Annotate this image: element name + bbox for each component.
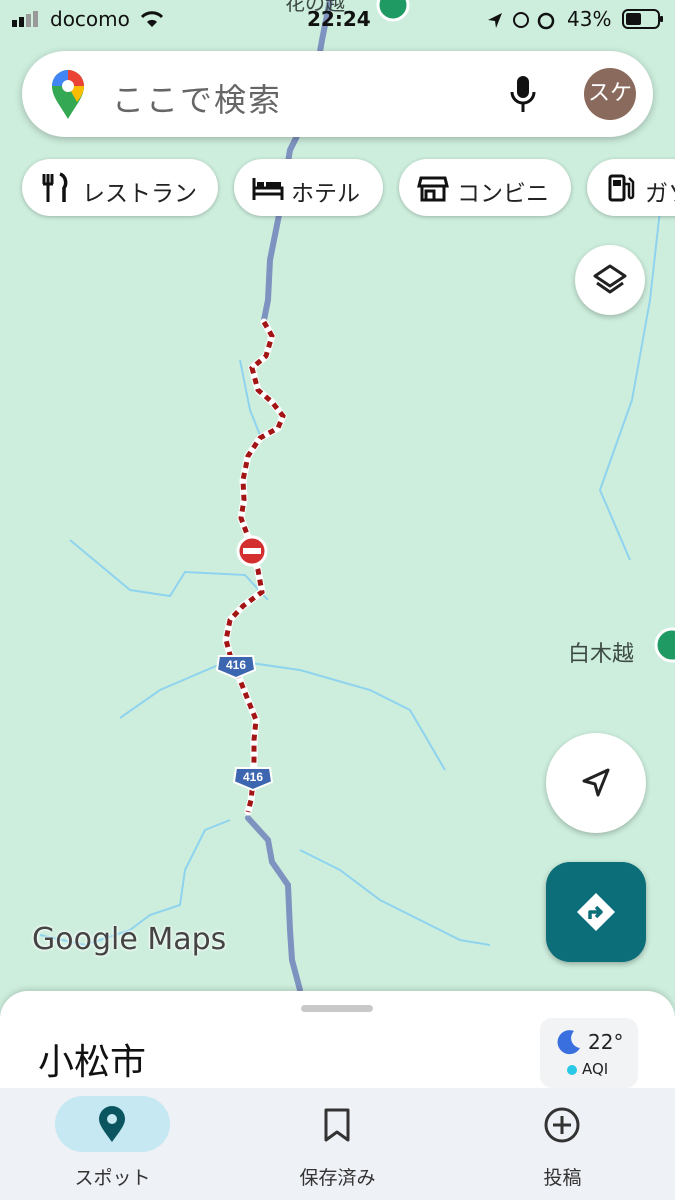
status-bar: docomo 22:24 43% xyxy=(0,0,675,40)
chip-convenience-store[interactable]: コンビニ xyxy=(399,159,571,216)
battery-percent: 43% xyxy=(567,7,612,31)
moon-icon xyxy=(557,1030,580,1055)
bed-icon xyxy=(252,178,284,200)
add-circle-icon xyxy=(544,1107,580,1143)
avatar[interactable]: スケ xyxy=(584,68,636,120)
chip-label: ガソ xyxy=(645,181,675,207)
svg-text:416: 416 xyxy=(226,658,246,672)
chip-label: コンビニ xyxy=(457,181,549,207)
chip-hotel[interactable]: ホテル xyxy=(234,159,383,216)
layers-icon xyxy=(593,264,627,294)
svg-text:416: 416 xyxy=(243,770,263,784)
bottom-nav: スポット 保存済み 投稿 xyxy=(0,1088,675,1200)
chip-gas-station[interactable]: ガソ xyxy=(587,159,675,216)
directions-button[interactable] xyxy=(546,862,646,962)
nav-label: スポット xyxy=(74,1167,151,1189)
battery-icon xyxy=(622,9,663,29)
nav-label: 保存済み xyxy=(299,1167,376,1189)
google-maps-watermark: Google Maps xyxy=(32,922,227,957)
weather-widget[interactable]: 22° AQI xyxy=(540,1018,638,1088)
aqi-label: AQI xyxy=(582,1060,609,1078)
clock: 22:24 xyxy=(307,7,371,31)
chip-label: ホテル xyxy=(291,181,360,207)
signal-icon xyxy=(12,11,38,27)
sheet-drag-handle[interactable] xyxy=(301,1005,373,1012)
nav-saved[interactable]: 保存済み xyxy=(225,1088,450,1200)
no-entry-icon[interactable] xyxy=(236,535,268,567)
directions-icon xyxy=(577,893,615,931)
chip-label: レストラン xyxy=(82,181,197,207)
status-icons xyxy=(488,12,555,30)
my-location-button[interactable] xyxy=(546,733,646,833)
nav-post[interactable]: 投稿 xyxy=(450,1088,675,1200)
store-icon xyxy=(417,176,449,202)
map-label-shirakigoe[interactable]: 白木越 xyxy=(568,636,634,668)
carrier-name: docomo xyxy=(50,7,130,31)
search-bar[interactable]: ここで検索 スケ xyxy=(22,51,653,137)
aqi-dot-icon xyxy=(567,1065,577,1075)
temperature: 22° xyxy=(588,1030,624,1054)
nav-label: 投稿 xyxy=(543,1167,582,1189)
nav-spot[interactable]: スポット xyxy=(0,1088,225,1200)
layers-button[interactable] xyxy=(575,245,645,315)
gas-station-icon xyxy=(608,174,635,202)
navigation-arrow-icon xyxy=(582,768,610,797)
google-maps-logo-icon xyxy=(52,70,84,119)
wifi-icon xyxy=(140,11,164,27)
poi-shirakigoe[interactable] xyxy=(654,627,675,663)
search-input[interactable]: ここで検索 xyxy=(112,75,282,121)
place-title: 小松市 xyxy=(38,1042,147,1083)
bookmark-icon xyxy=(324,1108,350,1142)
microphone-icon[interactable] xyxy=(509,75,537,115)
chip-restaurant[interactable]: レストラン xyxy=(22,159,218,216)
location-pin-icon xyxy=(99,1106,125,1142)
fork-knife-icon xyxy=(42,172,68,202)
